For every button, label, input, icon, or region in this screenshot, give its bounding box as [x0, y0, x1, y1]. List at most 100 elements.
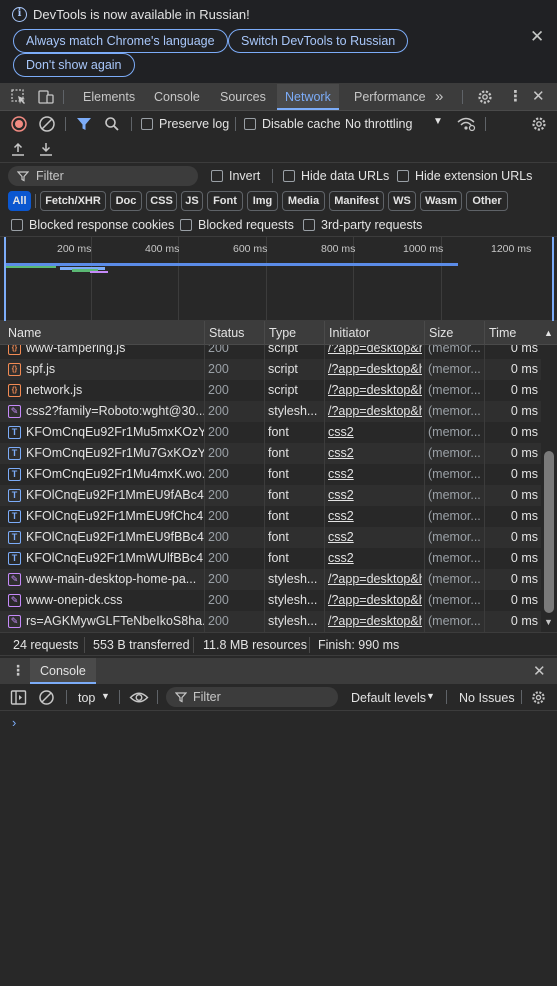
import-har-icon[interactable] — [10, 141, 26, 157]
request-initiator[interactable]: css2 — [328, 443, 422, 464]
chip-other[interactable]: Other — [466, 191, 508, 211]
chip-manifest[interactable]: Manifest — [329, 191, 384, 211]
chevron-down-icon[interactable]: ▼ — [426, 691, 435, 701]
table-row[interactable]: ✎ www-onepick.css 200 stylesh... /?app=deskt… — [0, 590, 541, 611]
invert-checkbox[interactable] — [211, 170, 223, 182]
table-row[interactable]: {} spf.js 200 script /?app=desktop&h (memor..… — [0, 359, 541, 380]
table-row[interactable]: ✎ css2?family=Roboto:wght@30... 200 stylesh… — [0, 401, 541, 422]
hide-extension-urls-checkbox[interactable] — [397, 170, 409, 182]
issues-counter[interactable]: No Issues — [459, 691, 515, 705]
record-icon[interactable] — [10, 115, 28, 133]
disable-cache-checkbox[interactable] — [244, 118, 256, 130]
device-toolbar-icon[interactable] — [37, 88, 55, 106]
column-header-initiator[interactable]: Initiator — [324, 321, 424, 345]
tab-performance[interactable]: Performance — [354, 84, 426, 110]
log-levels-select[interactable]: Default levels — [351, 691, 426, 705]
table-row[interactable]: T KFOlCnqEu92Fr1MmEU9fChc4... 200 font css2 (… — [0, 506, 541, 527]
request-initiator[interactable]: css2 — [328, 464, 422, 485]
tab-elements[interactable]: Elements — [83, 84, 135, 110]
preserve-log-checkbox[interactable] — [141, 118, 153, 130]
inspect-element-icon[interactable] — [10, 88, 28, 106]
scroll-up-icon[interactable]: ▲ — [541, 321, 557, 345]
clear-icon[interactable] — [38, 115, 56, 133]
column-header-name[interactable]: Name — [0, 321, 204, 345]
table-row[interactable]: ✎ www-main-desktop-home-pa... 200 stylesh..… — [0, 569, 541, 590]
tab-sources[interactable]: Sources — [220, 84, 266, 110]
drawer-menu-icon[interactable]: ⋮ — [11, 662, 25, 679]
match-language-button[interactable]: Always match Chrome's language — [13, 29, 228, 53]
request-initiator[interactable]: /?app=desktop&h — [328, 590, 422, 611]
font-file-icon: T — [8, 510, 21, 523]
network-overview[interactable]: 200 ms 400 ms 600 ms 800 ms 1000 ms 1200… — [0, 237, 557, 321]
chevron-down-icon[interactable]: ▼ — [433, 116, 443, 127]
context-select[interactable]: top — [78, 691, 95, 705]
chip-wasm[interactable]: Wasm — [420, 191, 462, 211]
sidebar-toggle-icon[interactable] — [10, 689, 27, 706]
chevron-down-icon[interactable]: ▼ — [101, 691, 110, 701]
blocked-requests-checkbox[interactable] — [180, 219, 192, 231]
switch-language-button[interactable]: Switch DevTools to Russian — [228, 29, 409, 53]
search-icon[interactable] — [103, 115, 121, 133]
overview-right-handle[interactable] — [552, 237, 554, 321]
hide-data-urls-checkbox[interactable] — [283, 170, 295, 182]
drawer-tab-console[interactable]: Console — [30, 658, 96, 684]
clear-console-icon[interactable] — [38, 689, 55, 706]
network-conditions-icon[interactable] — [456, 115, 476, 133]
column-header-type[interactable]: Type — [264, 321, 324, 345]
table-scrollbar-thumb[interactable] — [544, 451, 554, 613]
export-har-icon[interactable] — [38, 141, 54, 157]
table-row[interactable]: T KFOmCnqEu92Fr1Mu4mxK.wo... 200 font css2 (m… — [0, 464, 541, 485]
table-row[interactable]: T KFOlCnqEu92Fr1MmEU9fBBc4... 200 font css2 (… — [0, 527, 541, 548]
close-devtools-icon[interactable]: ✕ — [532, 84, 545, 110]
kebab-menu-icon[interactable]: ⋮ — [508, 84, 523, 110]
table-row[interactable]: T KFOmCnqEu92Fr1Mu7GxKOzY... 200 font css2 (m… — [0, 443, 541, 464]
request-initiator[interactable]: css2 — [328, 527, 422, 548]
request-initiator[interactable]: /?app=desktop&h — [328, 359, 422, 380]
tab-network[interactable]: Network — [277, 84, 339, 110]
third-party-checkbox[interactable] — [303, 219, 315, 231]
console-output[interactable]: › — [0, 711, 557, 986]
chip-ws[interactable]: WS — [388, 191, 416, 211]
table-row[interactable]: T KFOlCnqEu92Fr1MmEU9fABc4... 200 font css2 (… — [0, 485, 541, 506]
gear-icon[interactable] — [476, 88, 494, 106]
chip-doc[interactable]: Doc — [110, 191, 142, 211]
close-drawer-icon[interactable]: ✕ — [533, 662, 546, 680]
network-settings-gear-icon[interactable] — [530, 115, 548, 133]
request-initiator[interactable]: css2 — [328, 422, 422, 443]
request-initiator[interactable]: css2 — [328, 506, 422, 527]
live-expression-eye-icon[interactable] — [129, 689, 149, 706]
column-header-size[interactable]: Size — [424, 321, 484, 345]
chip-font[interactable]: Font — [207, 191, 243, 211]
table-row[interactable]: T KFOmCnqEu92Fr1Mu5mxKOzY... 200 font css2 (m… — [0, 422, 541, 443]
table-row[interactable]: ✎ rs=AGKMywGLFTeNbeIkoS8ha... 200 stylesh..… — [0, 611, 541, 632]
throttling-select[interactable]: No throttling — [345, 117, 412, 131]
chip-css[interactable]: CSS — [146, 191, 177, 211]
dont-show-again-button[interactable]: Don't show again — [13, 53, 135, 77]
table-row[interactable]: {} network.js 200 script /?app=desktop&h (mem… — [0, 380, 541, 401]
filter-funnel-icon[interactable] — [76, 115, 92, 133]
scroll-down-icon[interactable]: ▼ — [544, 617, 553, 627]
overview-left-handle[interactable] — [4, 237, 6, 321]
request-initiator[interactable]: css2 — [328, 485, 422, 506]
request-initiator[interactable]: css2 — [328, 548, 422, 569]
request-initiator[interactable]: /?app=desktop&h — [328, 611, 422, 632]
tab-console[interactable]: Console — [154, 84, 200, 110]
console-settings-gear-icon[interactable] — [530, 689, 547, 706]
request-initiator[interactable]: /?app=desktop&h — [328, 380, 422, 401]
chip-img[interactable]: Img — [247, 191, 278, 211]
request-initiator[interactable]: /?app=desktop&h — [328, 401, 422, 422]
chip-all[interactable]: All — [8, 191, 31, 211]
column-header-status[interactable]: Status — [204, 321, 264, 345]
console-filter-input[interactable]: Filter — [166, 687, 338, 707]
more-tabs-chevron-icon[interactable]: » — [435, 84, 443, 110]
chip-js[interactable]: JS — [181, 191, 203, 211]
column-header-time[interactable]: Time — [484, 321, 541, 345]
blocked-cookies-checkbox[interactable] — [11, 219, 23, 231]
filter-input[interactable]: Filter — [8, 166, 198, 186]
request-initiator[interactable]: /?app=desktop&h — [328, 569, 422, 590]
close-icon[interactable]: ✕ — [530, 28, 544, 46]
table-row[interactable]: T KFOlCnqEu92Fr1MmWUlfBBc4... 200 font css2 (… — [0, 548, 541, 569]
console-prompt-chevron-icon[interactable]: › — [12, 715, 16, 730]
chip-media[interactable]: Media — [282, 191, 325, 211]
chip-fetch-xhr[interactable]: Fetch/XHR — [40, 191, 106, 211]
